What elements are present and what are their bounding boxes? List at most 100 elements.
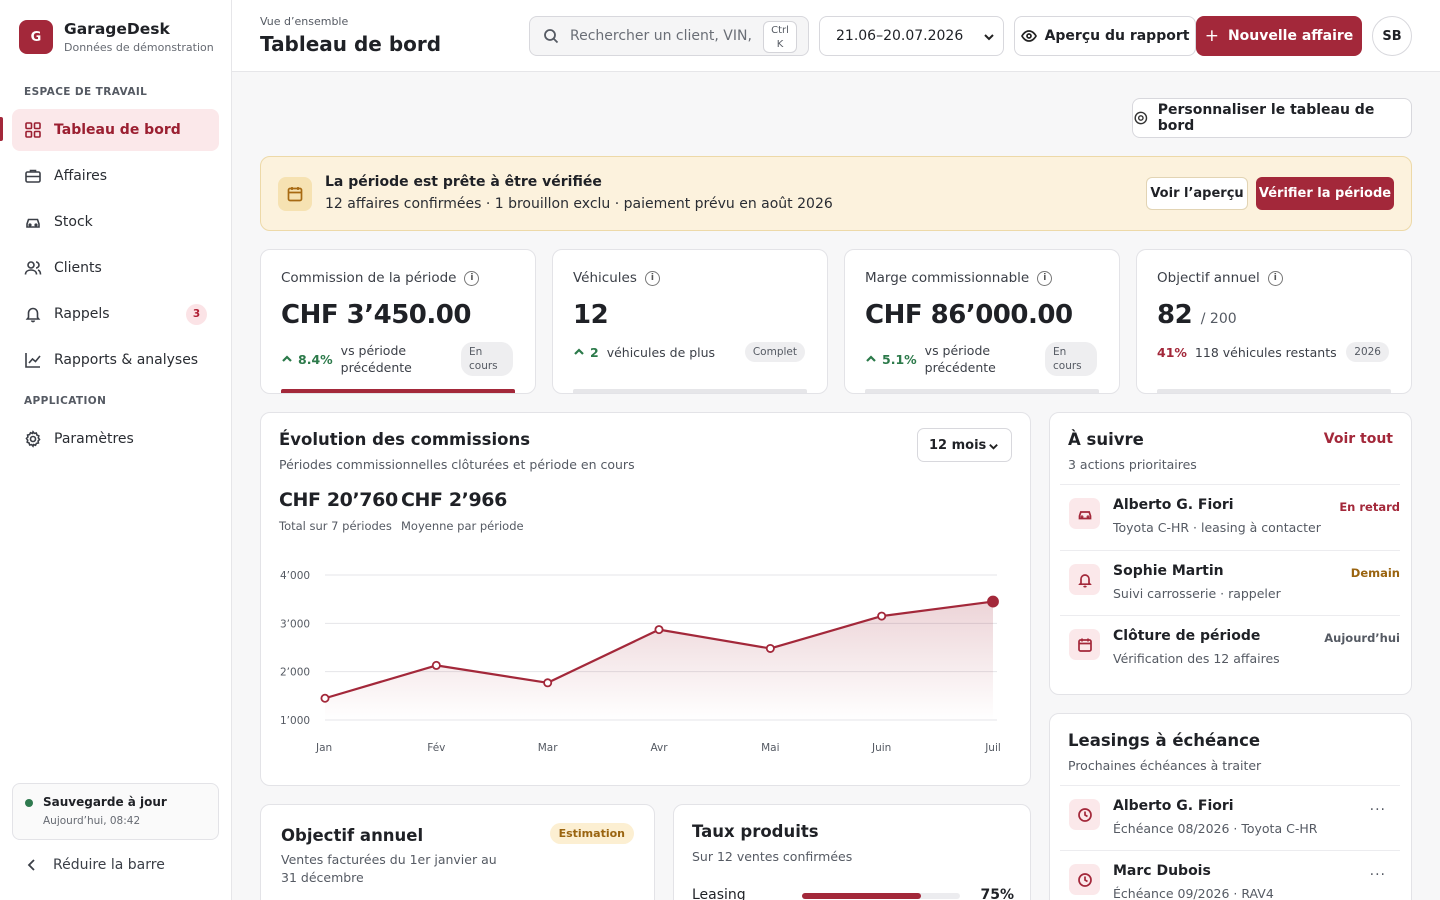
brand[interactable]: G GarageDesk Données de démonstration	[19, 20, 214, 54]
sidebar-item-deals[interactable]: Affaires	[12, 155, 219, 197]
info-icon[interactable]: i	[464, 270, 480, 286]
card-title: Leasings à échéance	[1068, 731, 1261, 750]
commissions-chart: 4’000 3’000 2’000 1’000 Jan Fév Mar Avr Mai Juin J…	[280, 570, 1001, 754]
info-icon[interactable]: i	[644, 270, 660, 286]
y-tick-label: 3’000	[280, 618, 310, 630]
new-deal-button[interactable]: + Nouvelle affaire	[1196, 16, 1362, 56]
more-options-button[interactable]: ···	[1370, 867, 1386, 883]
keyboard-shortcut: Ctrl K	[763, 21, 797, 53]
sidebar-item-reminders[interactable]: Rappels 3	[12, 293, 219, 335]
alert-text: 12 affaires confirmées · 1 brouillon exc…	[325, 196, 833, 212]
kpi-label: Objectif annuel	[1157, 270, 1260, 286]
calendar-icon	[1069, 629, 1100, 660]
todo-item[interactable]: Clôture de période Vérification des 12 a…	[1060, 615, 1400, 680]
x-tick-label: Mai	[761, 742, 779, 754]
y-tick-label: 1’000	[280, 715, 310, 727]
active-indicator	[0, 117, 3, 141]
view-preview-button[interactable]: Voir l’aperçu	[1146, 177, 1248, 210]
x-tick-label: Mar	[538, 742, 558, 754]
card-title: Objectif annuel	[281, 826, 424, 845]
sidebar-item-clients[interactable]: Clients	[12, 247, 219, 289]
todo-item[interactable]: Sophie Martin Suivi carrosserie · rappel…	[1060, 550, 1400, 615]
trend-text: vs période précédente	[340, 343, 412, 375]
todo-card: À suivre 3 actions prioritaires Voir tou…	[1049, 412, 1412, 695]
x-tick-label: Juil	[984, 742, 1001, 754]
search-input[interactable]: Rechercher un client, VIN, ... Ctrl K	[529, 16, 809, 56]
kpi-label: Marge commissionnable	[865, 270, 1030, 286]
kpi-commission: Commission de la période i CHF 3’450.00 8…	[260, 249, 536, 394]
search-placeholder: Rechercher un client, VIN, ...	[570, 28, 756, 44]
card-subtitle: Ventes facturées du 1er janvier au 31 dé…	[281, 852, 497, 885]
arrow-up-icon	[282, 355, 292, 362]
todo-item-detail: Toyota C-HR · leasing à contacter	[1113, 520, 1321, 535]
todo-item-name: Clôture de période	[1113, 628, 1261, 644]
bell-icon	[25, 307, 41, 323]
y-tick-label: 4’000	[280, 570, 310, 582]
status-badge: 2026	[1346, 342, 1389, 362]
kpi-value: 82 / 200	[1157, 300, 1237, 330]
eye-icon	[1020, 30, 1037, 42]
sidebar-item-label: Rappels	[54, 306, 110, 322]
commissions-chart-card: Évolution des commissions Périodes commi…	[260, 412, 1031, 786]
verify-period-button[interactable]: Vérifier la période	[1256, 177, 1394, 210]
reminders-count-badge: 3	[186, 303, 207, 325]
annual-goal-card: Objectif annuel Ventes facturées du 1er …	[260, 804, 655, 900]
data-point	[987, 595, 999, 608]
y-tick-label: 2’000	[280, 667, 310, 679]
rate-fill	[802, 893, 921, 899]
new-deal-label: Nouvelle affaire	[1227, 28, 1354, 44]
info-icon[interactable]: i	[1037, 270, 1053, 286]
trend-up: 5.1%	[865, 352, 917, 367]
kpi-margin: Marge commissionnable i CHF 86’000.00 5.1…	[844, 249, 1120, 394]
sidebar-item-dashboard[interactable]: Tableau de bord	[12, 109, 219, 151]
kpi-value: CHF 86’000.00	[865, 300, 1073, 330]
leasing-item[interactable]: Marc Dubois Échéance 09/2026 · RAV4 ···	[1060, 850, 1400, 900]
sidebar-item-label: Affaires	[54, 168, 108, 184]
kpi-annual-goal: Objectif annuel i 82 / 200 41% 118 véhicu…	[1136, 249, 1412, 394]
collapse-sidebar-button[interactable]: Réduire la barre	[24, 857, 165, 873]
data-point	[654, 625, 664, 635]
data-point	[765, 643, 775, 653]
kpi-progress	[281, 389, 515, 393]
date-range-select[interactable]: 21.06–20.07.2026	[819, 16, 1004, 56]
series-area	[325, 601, 993, 720]
gear-icon	[25, 430, 41, 448]
card-subtitle: 3 actions prioritaires	[1068, 457, 1197, 472]
trend-up: 8.4%	[281, 352, 333, 367]
todo-item[interactable]: Alberto G. Fiori Toyota C-HR · leasing à…	[1060, 484, 1400, 549]
card-subtitle: Prochaines échéances à traiter	[1068, 758, 1262, 773]
more-options-button[interactable]: ···	[1370, 802, 1386, 818]
sidebar-item-stock[interactable]: Stock	[12, 201, 219, 243]
sidebar-item-label: Stock	[54, 214, 93, 230]
data-point	[320, 693, 330, 703]
period-alert: La période est prête à être vérifiée 12 …	[260, 156, 1412, 231]
briefcase-icon	[25, 169, 41, 183]
kpi-progress-fill	[281, 389, 515, 393]
customize-dashboard-button[interactable]: Personnaliser le tableau de bord	[1132, 98, 1412, 138]
chevron-down-icon	[984, 34, 994, 41]
todo-item-detail: Vérification des 12 affaires	[1113, 651, 1280, 666]
collapse-label: Réduire la barre	[53, 857, 165, 873]
report-preview-button[interactable]: Aperçu du rapport	[1014, 16, 1196, 56]
leasing-item[interactable]: Alberto G. Fiori Échéance 08/2026 · Toyo…	[1060, 785, 1400, 850]
brand-subtitle: Données de démonstration	[64, 41, 214, 54]
shortcut-key-k: K	[776, 39, 784, 50]
car-icon	[1069, 498, 1100, 529]
sidebar-item-settings[interactable]: Paramètres	[12, 418, 219, 460]
kpi-progress	[573, 389, 807, 393]
info-icon[interactable]: i	[1267, 270, 1283, 286]
trend-value: 41%	[1157, 344, 1187, 360]
users-icon	[24, 261, 42, 275]
rate-row: Leasing 75%	[692, 885, 1014, 900]
data-point	[877, 611, 887, 621]
customize-label: Personnaliser le tableau de bord	[1157, 102, 1375, 134]
shortcut-key-ctrl: Ctrl	[771, 25, 789, 36]
x-tick-label: Avr	[650, 742, 668, 754]
sidebar-item-reports[interactable]: Rapports & analyses	[12, 339, 219, 381]
status-badge: En cours	[1045, 342, 1097, 376]
car-icon	[26, 218, 40, 228]
avatar[interactable]: SB	[1372, 16, 1412, 56]
trend-text: vs période précédente	[924, 343, 996, 375]
sidebar: G GarageDesk Données de démonstration ES…	[0, 0, 232, 900]
see-all-link[interactable]: Voir tout	[1324, 431, 1393, 447]
